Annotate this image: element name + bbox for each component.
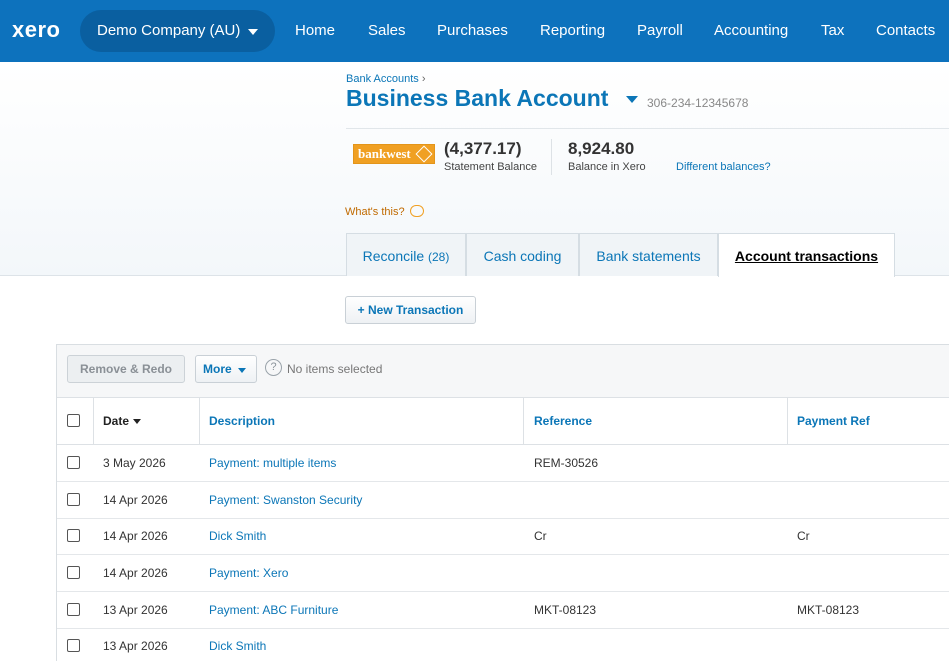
select-all-checkbox[interactable] bbox=[67, 414, 80, 427]
different-balances-link[interactable]: Different balances? bbox=[676, 161, 771, 173]
row-reference: REM-30526 bbox=[534, 456, 599, 470]
column-divider bbox=[523, 398, 524, 444]
whats-this-link[interactable]: What's this? bbox=[345, 206, 405, 218]
balance-divider bbox=[551, 139, 552, 175]
nav-payroll[interactable]: Payroll bbox=[637, 0, 683, 62]
row-date: 14 Apr 2026 bbox=[103, 529, 168, 543]
tab-account-transactions-label: Account transactions bbox=[734, 248, 879, 264]
column-divider bbox=[787, 398, 788, 444]
row-checkbox[interactable] bbox=[67, 639, 80, 652]
organisation-switcher[interactable]: Demo Company (AU) bbox=[80, 10, 275, 52]
row-date: 3 May 2026 bbox=[103, 456, 166, 470]
transactions-panel: Remove & Redo More ? No items selected D… bbox=[56, 344, 949, 661]
nav-home[interactable]: Home bbox=[295, 0, 335, 62]
help-icon[interactable]: ? bbox=[265, 359, 282, 376]
speech-bubble-icon[interactable] bbox=[410, 205, 424, 217]
row-payment-ref: Cr bbox=[797, 529, 810, 543]
table-row[interactable]: 13 Apr 2026 Payment: ABC Furniture MKT-0… bbox=[57, 592, 949, 629]
row-payment-ref: MKT-08123 bbox=[797, 603, 860, 617]
nav-reporting[interactable]: Reporting bbox=[540, 0, 605, 62]
xero-balance: 8,924.80 bbox=[568, 139, 635, 158]
tab-bank-statements[interactable]: Bank statements bbox=[579, 233, 718, 276]
row-date: 13 Apr 2026 bbox=[103, 639, 168, 653]
tab-bank-statements-label: Bank statements bbox=[596, 248, 701, 264]
row-date: 13 Apr 2026 bbox=[103, 603, 168, 617]
row-description[interactable]: Payment: multiple items bbox=[209, 445, 336, 481]
breadcrumb: Bank Accounts › bbox=[346, 73, 426, 85]
row-date: 14 Apr 2026 bbox=[103, 493, 168, 507]
nav-contacts[interactable]: Contacts bbox=[876, 0, 935, 62]
tab-reconcile[interactable]: Reconcile (28) bbox=[346, 233, 466, 276]
xero-balance-label: Balance in Xero bbox=[568, 161, 646, 173]
account-dropdown-icon[interactable] bbox=[626, 96, 638, 103]
sort-desc-icon[interactable] bbox=[133, 419, 141, 424]
bank-logo-text: bankwest bbox=[358, 146, 411, 161]
top-nav-bar: xero Demo Company (AU) Home Sales Purcha… bbox=[0, 0, 949, 62]
row-checkbox[interactable] bbox=[67, 566, 80, 579]
row-reference: Cr bbox=[534, 529, 547, 543]
selection-status: No items selected bbox=[287, 362, 383, 376]
new-transaction-button[interactable]: + New Transaction bbox=[345, 296, 476, 324]
column-header-date[interactable]: Date bbox=[103, 398, 129, 444]
row-description[interactable]: Dick Smith bbox=[209, 628, 266, 661]
tab-cash-coding[interactable]: Cash coding bbox=[466, 233, 579, 276]
row-description[interactable]: Dick Smith bbox=[209, 518, 266, 554]
xero-logo[interactable]: xero bbox=[12, 17, 60, 43]
table-row[interactable]: 3 May 2026 Payment: multiple items REM-3… bbox=[57, 445, 949, 482]
column-header-payment-ref[interactable]: Payment Ref bbox=[797, 398, 870, 444]
nav-sales[interactable]: Sales bbox=[368, 0, 406, 62]
statement-balance: (4,377.17) bbox=[444, 139, 522, 158]
bank-logo-mark-icon bbox=[415, 145, 433, 163]
table-row[interactable]: 14 Apr 2026 Payment: Xero bbox=[57, 555, 949, 592]
tab-account-transactions[interactable]: Account transactions bbox=[718, 233, 895, 277]
tab-reconcile-count: (28) bbox=[428, 250, 450, 264]
tab-cash-coding-label: Cash coding bbox=[483, 248, 562, 264]
nav-accounting[interactable]: Accounting bbox=[714, 0, 788, 62]
table-row[interactable]: 14 Apr 2026 Payment: Swanston Security bbox=[57, 482, 949, 519]
account-number: 306-234-12345678 bbox=[647, 96, 749, 110]
chevron-down-icon bbox=[248, 29, 258, 35]
table-row[interactable]: 13 Apr 2026 Dick Smith bbox=[57, 628, 949, 661]
header-divider bbox=[346, 128, 949, 129]
nav-tax[interactable]: Tax bbox=[821, 0, 844, 62]
column-divider bbox=[199, 398, 200, 444]
row-checkbox[interactable] bbox=[67, 529, 80, 542]
breadcrumb-bank-accounts[interactable]: Bank Accounts bbox=[346, 73, 419, 85]
row-description[interactable]: Payment: Swanston Security bbox=[209, 482, 362, 518]
bankwest-logo: bankwest bbox=[353, 144, 435, 164]
remove-redo-button[interactable]: Remove & Redo bbox=[67, 355, 185, 383]
table-header: Date Description Reference Payment Ref bbox=[57, 398, 949, 445]
table-row[interactable]: 14 Apr 2026 Dick Smith Cr Cr bbox=[57, 518, 949, 555]
nav-purchases[interactable]: Purchases bbox=[437, 0, 508, 62]
chevron-down-icon bbox=[238, 368, 246, 373]
row-date: 14 Apr 2026 bbox=[103, 566, 168, 580]
tab-reconcile-label: Reconcile bbox=[362, 248, 425, 264]
row-description[interactable]: Payment: ABC Furniture bbox=[209, 592, 338, 628]
page-title[interactable]: Business Bank Account bbox=[346, 85, 608, 112]
more-button[interactable]: More bbox=[195, 355, 257, 383]
column-divider bbox=[93, 398, 94, 444]
row-checkbox[interactable] bbox=[67, 493, 80, 506]
organisation-name: Demo Company (AU) bbox=[97, 22, 241, 39]
statement-balance-label: Statement Balance bbox=[444, 161, 537, 173]
row-reference: MKT-08123 bbox=[534, 603, 597, 617]
column-header-description[interactable]: Description bbox=[209, 398, 275, 444]
table-toolbar: Remove & Redo More ? No items selected bbox=[57, 345, 949, 398]
row-description[interactable]: Payment: Xero bbox=[209, 555, 288, 591]
row-checkbox[interactable] bbox=[67, 456, 80, 469]
breadcrumb-separator: › bbox=[421, 73, 426, 85]
row-checkbox[interactable] bbox=[67, 603, 80, 616]
column-header-reference[interactable]: Reference bbox=[534, 398, 592, 444]
more-button-label: More bbox=[203, 362, 232, 376]
